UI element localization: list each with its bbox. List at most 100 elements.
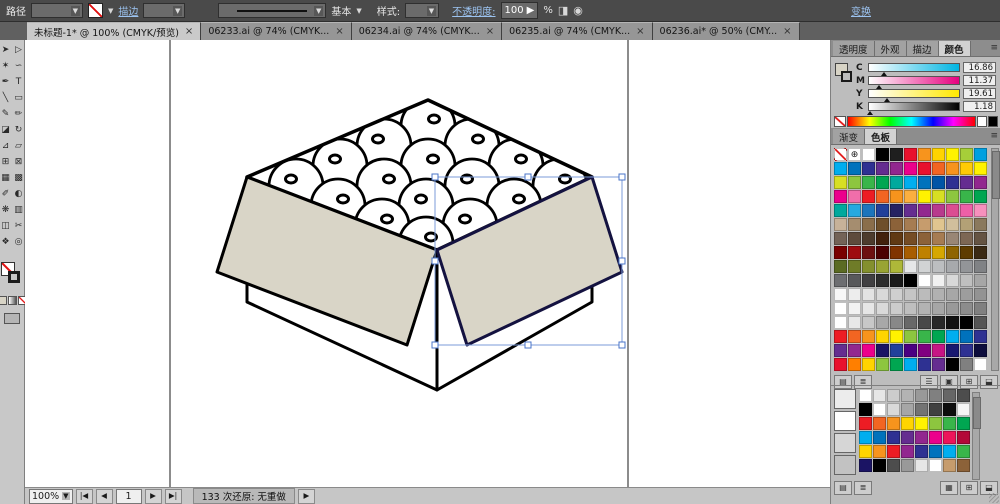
swatch[interactable]	[960, 344, 973, 357]
swatch[interactable]	[932, 260, 945, 273]
swatch[interactable]	[960, 302, 973, 315]
magic-wand-tool[interactable]: ✶	[0, 61, 11, 72]
swatch[interactable]	[974, 218, 987, 231]
y-slider[interactable]	[868, 89, 960, 98]
swatch[interactable]	[876, 316, 889, 329]
swatch[interactable]	[943, 403, 956, 416]
swatch[interactable]	[862, 204, 875, 217]
scrollbar-thumb[interactable]	[992, 151, 1000, 199]
swatch[interactable]	[932, 204, 945, 217]
swatch[interactable]	[918, 316, 931, 329]
gradient-button[interactable]	[8, 296, 17, 305]
swatch[interactable]	[859, 459, 872, 472]
swatch[interactable]	[946, 148, 959, 161]
swatch[interactable]	[904, 260, 917, 273]
swatch[interactable]	[932, 190, 945, 203]
swatch[interactable]	[932, 148, 945, 161]
swatch[interactable]	[932, 176, 945, 189]
swatch[interactable]	[904, 176, 917, 189]
scrollbar-thumb[interactable]	[973, 397, 981, 429]
swatch[interactable]	[887, 459, 900, 472]
k-slider[interactable]	[868, 102, 960, 111]
document-tab[interactable]: 06236.ai* @ 50% (CMY...×	[653, 22, 800, 40]
c-value-field[interactable]: 16.86	[963, 62, 996, 73]
swatch[interactable]	[918, 204, 931, 217]
swatch[interactable]	[873, 403, 886, 416]
swatch[interactable]	[862, 288, 875, 301]
swatch[interactable]	[862, 260, 875, 273]
swatch[interactable]	[890, 260, 903, 273]
swatch[interactable]	[890, 246, 903, 259]
canvas[interactable]	[25, 40, 830, 487]
swatch[interactable]	[834, 162, 847, 175]
swatch[interactable]	[876, 218, 889, 231]
swatch[interactable]	[887, 445, 900, 458]
type-tool[interactable]: T	[13, 77, 24, 88]
swatch[interactable]	[974, 148, 987, 161]
free-transform-tool[interactable]: ▱	[13, 141, 24, 152]
swatch[interactable]	[946, 246, 959, 259]
swatch[interactable]	[848, 232, 861, 245]
m-value-field[interactable]: 11.37	[963, 75, 996, 86]
swatch[interactable]	[848, 358, 861, 371]
style-dropdown[interactable]: ▼	[405, 3, 439, 18]
swatch[interactable]	[904, 162, 917, 175]
swatch[interactable]	[957, 389, 970, 402]
artboard-number-field[interactable]: 1	[116, 489, 142, 504]
swatch[interactable]	[848, 162, 861, 175]
selection-handle[interactable]	[619, 342, 625, 348]
symbol-sprayer-tool[interactable]: ❋	[0, 205, 11, 216]
swatch-none[interactable]	[834, 148, 847, 161]
swatch[interactable]	[929, 389, 942, 402]
swatch[interactable]	[918, 190, 931, 203]
document-tab[interactable]: 06235.ai @ 74% (CMYK...×	[502, 22, 652, 40]
swatch[interactable]	[890, 218, 903, 231]
variable-width-dropdown[interactable]: ▼	[31, 3, 83, 18]
swatch[interactable]	[862, 246, 875, 259]
swatch[interactable]	[848, 288, 861, 301]
fill-stroke-indicator[interactable]	[834, 61, 856, 101]
screen-mode-button[interactable]	[4, 313, 20, 324]
swatch[interactable]	[974, 302, 987, 315]
swatch[interactable]	[890, 344, 903, 357]
stroke-color-swatch[interactable]	[841, 71, 852, 82]
swatch[interactable]	[887, 403, 900, 416]
swatch[interactable]	[932, 330, 945, 343]
swatch[interactable]	[957, 403, 970, 416]
tab-close-icon[interactable]: ×	[335, 27, 343, 37]
swatch[interactable]	[974, 358, 987, 371]
swatch[interactable]	[834, 358, 847, 371]
swatch[interactable]	[915, 389, 928, 402]
m-slider[interactable]	[868, 76, 960, 85]
swatch[interactable]	[876, 274, 889, 287]
style-thumbnail[interactable]	[834, 411, 856, 431]
swatch[interactable]	[904, 344, 917, 357]
swatch[interactable]	[915, 445, 928, 458]
swatch[interactable]	[918, 232, 931, 245]
first-artboard-button[interactable]: |◀	[76, 489, 93, 504]
swatch[interactable]	[890, 288, 903, 301]
black-swatch[interactable]	[988, 116, 998, 127]
swatch[interactable]	[932, 232, 945, 245]
stroke-weight-dropdown[interactable]: ▼	[143, 3, 185, 18]
swatch[interactable]	[862, 302, 875, 315]
swatch[interactable]	[957, 431, 970, 444]
panel-menu-icon[interactable]: ≡	[990, 131, 998, 141]
paintbrush-tool[interactable]: ✎	[0, 109, 11, 120]
swatch[interactable]	[887, 389, 900, 402]
swatch[interactable]	[946, 176, 959, 189]
scale-tool[interactable]: ⊿	[0, 141, 11, 152]
swatch[interactable]	[890, 204, 903, 217]
swatch[interactable]	[929, 445, 942, 458]
swatch[interactable]	[946, 204, 959, 217]
swatch[interactable]	[862, 218, 875, 231]
stroke-color-swatch[interactable]	[8, 271, 20, 283]
swatch[interactable]	[834, 330, 847, 343]
pencil-tool[interactable]: ✏	[13, 109, 24, 120]
swatch[interactable]	[960, 330, 973, 343]
swatch[interactable]	[862, 148, 875, 161]
swatch[interactable]	[957, 459, 970, 472]
swatch[interactable]	[848, 274, 861, 287]
swatch[interactable]	[974, 162, 987, 175]
resize-grip[interactable]	[989, 493, 999, 503]
